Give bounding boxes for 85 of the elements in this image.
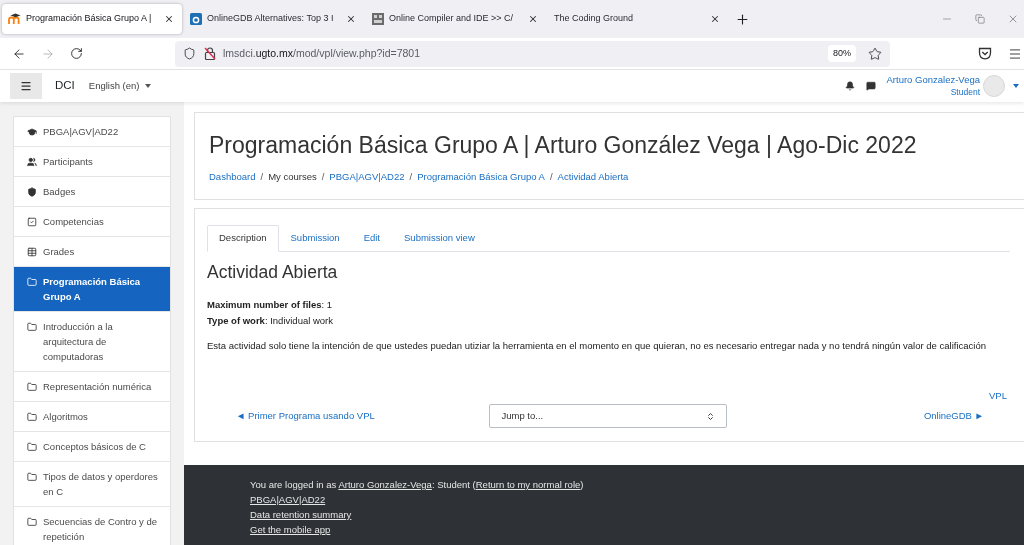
user-role-text: Student: [950, 86, 980, 98]
caret-icon[interactable]: [1013, 84, 1019, 88]
close-window-icon[interactable]: [1007, 13, 1019, 25]
breadcrumb-separator: /: [260, 170, 264, 183]
close-tab-icon[interactable]: [528, 14, 538, 24]
folder-icon: [27, 471, 37, 482]
graduation-cap-icon: [27, 126, 37, 137]
address-field[interactable]: lmsdci.ugto.mx/mod/vpl/view.php?id=7801 80%: [175, 40, 890, 67]
user-name-link[interactable]: Arturo Gonzalez-Vega: [886, 74, 980, 86]
back-arrow-icon: [11, 46, 26, 61]
sidebar-item[interactable]: Competencias: [14, 207, 170, 237]
sidebar-item[interactable]: Representación numérica: [14, 372, 170, 402]
field-text: Maximum number of files: 1: [207, 298, 334, 312]
close-tab-icon[interactable]: [710, 14, 720, 24]
browser-tab[interactable]: Programación Básica Grupo A |: [2, 4, 182, 34]
close-tab-icon[interactable]: [346, 14, 356, 24]
chat-icon[interactable]: [865, 81, 876, 91]
breadcrumb-link[interactable]: Actividad Abierta: [557, 170, 629, 183]
vpl-link[interactable]: VPL: [989, 389, 1007, 402]
breadcrumb-separator: /: [321, 170, 325, 183]
square-logo-icon: [190, 13, 202, 25]
pocket-icon[interactable]: [978, 47, 992, 60]
menu-icon[interactable]: [1008, 46, 1022, 61]
sidebar-item[interactable]: Conceptos básicos de C: [14, 432, 170, 462]
menu-button[interactable]: [10, 73, 42, 99]
close-tab-icon[interactable]: [164, 14, 174, 24]
browser-tab[interactable]: Online Compiler and IDE >> C/: [366, 4, 546, 34]
folder-icon: [27, 411, 37, 422]
sidebar-item[interactable]: Badges: [14, 177, 170, 207]
breadcrumb-separator: /: [549, 170, 553, 183]
content-tab[interactable]: Submission: [278, 225, 352, 252]
browser-tab[interactable]: OnlineGDB Alternatives: Top 3 I: [184, 4, 364, 34]
url-text: lmsdci.ugto.mx/mod/vpl/view.php?id=7801: [223, 45, 420, 61]
sidebar-item[interactable]: Tipos de datos y operdores en C: [14, 462, 170, 507]
reload-icon: [70, 47, 83, 60]
sidebar-item[interactable]: Introducción a la arquitectura de computadoras: [14, 312, 170, 372]
content-tab[interactable]: Edit: [351, 225, 392, 252]
breadcrumb-link[interactable]: PBGA|AGV|AD22: [329, 170, 405, 183]
menu-icon: [20, 80, 32, 92]
bookmark-star-icon[interactable]: [868, 46, 882, 61]
breadcrumb-link[interactable]: Dashboard: [209, 170, 256, 183]
content-tab[interactable]: Submission view: [392, 225, 487, 252]
sidebar-item[interactable]: Secuencias de Contro y de repetición: [14, 507, 170, 545]
activity-heading: Actividad Abierta: [207, 262, 339, 283]
description-text: Esta actividad solo tiene la intención de que ustedes puedan utiziar la herramienta en el momento en que quieran, no es necesario entregar nada y no tendrá ningún valor de calificación: [207, 339, 987, 353]
folder-icon: [27, 276, 37, 287]
up-down-caret-icon: [706, 411, 716, 421]
check-square-icon: [27, 216, 37, 227]
shield-icon[interactable]: [183, 47, 196, 60]
field-text: Type of work: Individual work: [207, 314, 334, 328]
hat-logo-icon: [8, 13, 21, 25]
folder-icon: [27, 321, 37, 332]
zoom-level-button[interactable]: 80%: [828, 44, 856, 63]
new-tab-icon[interactable]: [735, 11, 750, 27]
grid-logo-icon: [372, 13, 384, 25]
folder-icon: [27, 516, 37, 527]
site-name[interactable]: DCI: [55, 77, 75, 95]
jump-to-select[interactable]: Jump to...: [489, 404, 728, 428]
next-activity-link[interactable]: OnlineGDB ►: [923, 408, 984, 424]
user-profile-link[interactable]: Arturo Gonzalez-Vega: [338, 479, 432, 490]
content-tab[interactable]: Description: [207, 225, 279, 252]
caret-icon: [144, 84, 151, 88]
previous-activity-link[interactable]: ◄ Primer Programa usando VPL: [236, 408, 375, 424]
breadcrumb-separator: /: [409, 170, 413, 183]
footer-link[interactable]: Data retention summary: [250, 509, 352, 520]
breadcrumb-link[interactable]: Programación Básica Grupo A: [417, 170, 545, 183]
forward-arrow-icon: [40, 46, 55, 61]
page-title: Programación Básica Grupo A | Arturo González Vega | Ago-Dic 2022: [209, 131, 918, 159]
footer-link[interactable]: Get the mobile app: [250, 524, 331, 535]
table-icon: [27, 246, 37, 257]
login-info-text: You are logged in as Arturo Gonzalez-Vega: Student (Return to my normal role): [250, 478, 585, 492]
language-menu[interactable]: English (en): [88, 78, 151, 94]
sidebar-item[interactable]: Programación Básica Grupo A: [14, 267, 170, 312]
crossed-lock-icon[interactable]: [204, 47, 216, 60]
folder-icon: [27, 381, 37, 392]
sidebar-item[interactable]: Participants: [14, 147, 170, 177]
sidebar-item[interactable]: Algoritmos: [14, 402, 170, 432]
footer-link[interactable]: PBGA|AGV|AD22: [250, 494, 326, 505]
folder-icon: [27, 441, 37, 452]
browser-tab[interactable]: The Coding Ground: [548, 4, 728, 34]
bell-icon[interactable]: [844, 81, 855, 91]
shield-icon: [27, 186, 37, 197]
sidebar-item[interactable]: PBGA|AGV|AD22: [14, 117, 170, 147]
users-icon: [27, 156, 37, 167]
breadcrumb-text: My courses: [268, 170, 317, 183]
